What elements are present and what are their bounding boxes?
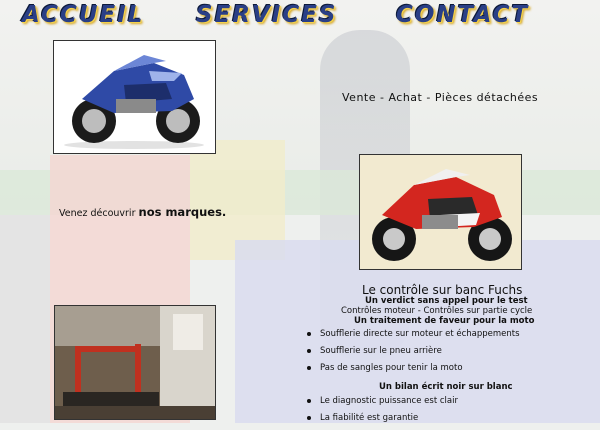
brands-invite: Venez découvrir nos marques. [59, 205, 226, 219]
dyno-bench-workshop-image [54, 305, 216, 420]
nav-link-contact[interactable]: CONTACT [396, 2, 529, 28]
background-left-block [0, 215, 50, 423]
bench-features-list: Soufflerie directe sur moteur et échappe… [307, 329, 520, 380]
list-item: Soufflerie sur le pneu arrière [307, 346, 520, 363]
list-item: La fiabilité est garantie [307, 413, 458, 430]
brands-prefix: Venez découvrir [59, 208, 139, 219]
brands-link-text: nos marques. [138, 205, 227, 219]
bench-subtitle-verdict: Un verdict sans appel pour le test [365, 296, 528, 306]
blue-motorcycle-image [53, 40, 216, 154]
main-nav: ACCUEIL SERVICES CONTACT [0, 2, 600, 34]
bench-subtitle-report: Un bilan écrit noir sur blanc [379, 382, 513, 392]
list-item: Pas de sangles pour tenir la moto [307, 363, 520, 380]
bench-subtitle-treatment: Un traitement de faveur pour la moto [354, 316, 535, 326]
list-item: Le diagnostic puissance est clair [307, 396, 458, 413]
hero-tagline: Vente - Achat - Pièces détachées [342, 91, 539, 104]
nav-link-services[interactable]: SERVICES [196, 2, 338, 28]
red-motorcycle-image [359, 154, 522, 270]
bench-title: Le contrôle sur banc Fuchs [362, 283, 523, 297]
bench-subtitle-controls: Contrôles moteur - Contrôles sur partie … [341, 306, 533, 316]
nav-link-accueil[interactable]: ACCUEIL [22, 2, 144, 28]
bench-report-list: Le diagnostic puissance est clair La fia… [307, 396, 458, 430]
list-item: Soufflerie directe sur moteur et échappe… [307, 329, 520, 346]
